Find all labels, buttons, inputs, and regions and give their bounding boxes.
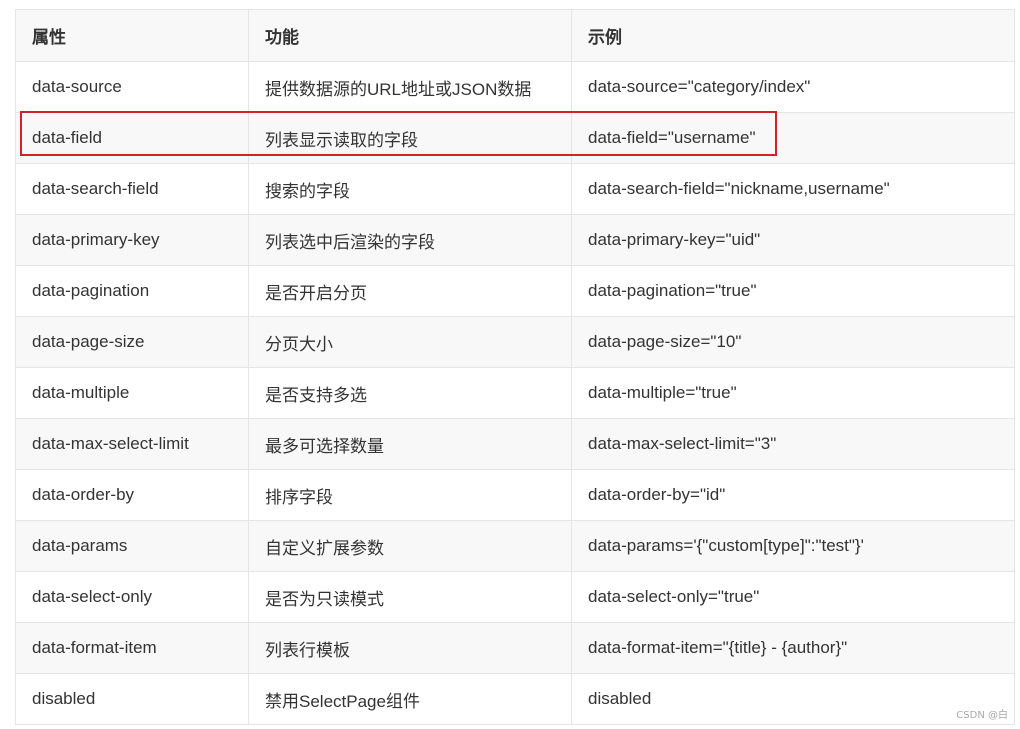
table-row: data-pagination 是否开启分页 data-pagination="… <box>15 265 1015 317</box>
cell-attribute: data-field <box>15 112 249 164</box>
cell-attribute: data-page-size <box>15 316 249 368</box>
table-row: data-params 自定义扩展参数 data-params='{"custo… <box>15 520 1015 572</box>
cell-example: data-primary-key="uid" <box>571 214 1015 266</box>
header-example: 示例 <box>571 9 1015 62</box>
cell-function: 搜索的字段 <box>248 163 572 215</box>
table-row: data-format-item 列表行模板 data-format-item=… <box>15 622 1015 674</box>
cell-attribute: data-search-field <box>15 163 249 215</box>
table-row: data-primary-key 列表选中后渲染的字段 data-primary… <box>15 214 1015 266</box>
cell-function: 是否开启分页 <box>248 265 572 317</box>
cell-attribute: data-source <box>15 61 249 113</box>
cell-attribute: data-pagination <box>15 265 249 317</box>
header-function: 功能 <box>248 9 572 62</box>
table-row: data-source 提供数据源的URL地址或JSON数据 data-sour… <box>15 61 1015 113</box>
cell-example: data-select-only="true" <box>571 571 1015 623</box>
table-row: data-multiple 是否支持多选 data-multiple="true… <box>15 367 1015 419</box>
cell-example: data-format-item="{title} - {author}" <box>571 622 1015 674</box>
cell-function: 禁用SelectPage组件 <box>248 673 572 725</box>
cell-attribute: data-select-only <box>15 571 249 623</box>
cell-attribute: data-max-select-limit <box>15 418 249 470</box>
cell-attribute: data-order-by <box>15 469 249 521</box>
table-body: data-source 提供数据源的URL地址或JSON数据 data-sour… <box>15 61 1015 725</box>
cell-attribute: data-primary-key <box>15 214 249 266</box>
cell-function: 是否为只读模式 <box>248 571 572 623</box>
cell-function: 排序字段 <box>248 469 572 521</box>
table-row: data-field 列表显示读取的字段 data-field="usernam… <box>15 112 1015 164</box>
cell-function: 列表选中后渲染的字段 <box>248 214 572 266</box>
table-row: data-page-size 分页大小 data-page-size="10" <box>15 316 1015 368</box>
cell-attribute: data-format-item <box>15 622 249 674</box>
cell-example: data-pagination="true" <box>571 265 1015 317</box>
table-row: data-select-only 是否为只读模式 data-select-onl… <box>15 571 1015 623</box>
cell-example: data-params='{"custom[type]":"test"}' <box>571 520 1015 572</box>
attribute-table-container: 属性 功能 示例 data-source 提供数据源的URL地址或JSON数据 … <box>15 9 1015 725</box>
cell-example: data-field="username" <box>571 112 1015 164</box>
cell-function: 列表显示读取的字段 <box>248 112 572 164</box>
cell-function: 提供数据源的URL地址或JSON数据 <box>248 61 572 113</box>
cell-example: data-max-select-limit="3" <box>571 418 1015 470</box>
cell-example: data-order-by="id" <box>571 469 1015 521</box>
cell-attribute: data-params <box>15 520 249 572</box>
header-row: 属性 功能 示例 <box>15 9 1015 62</box>
cell-example: data-search-field="nickname,username" <box>571 163 1015 215</box>
table-row: data-max-select-limit 最多可选择数量 data-max-s… <box>15 418 1015 470</box>
watermark: CSDN @白 <box>956 710 1008 721</box>
cell-attribute: data-multiple <box>15 367 249 419</box>
header-attribute: 属性 <box>15 9 249 62</box>
attribute-table: 属性 功能 示例 data-source 提供数据源的URL地址或JSON数据 … <box>15 9 1015 725</box>
cell-function: 是否支持多选 <box>248 367 572 419</box>
cell-function: 最多可选择数量 <box>248 418 572 470</box>
cell-function: 列表行模板 <box>248 622 572 674</box>
cell-function: 分页大小 <box>248 316 572 368</box>
cell-example: disabled <box>571 673 1015 725</box>
cell-example: data-source="category/index" <box>571 61 1015 113</box>
cell-example: data-multiple="true" <box>571 367 1015 419</box>
table-row: data-order-by 排序字段 data-order-by="id" <box>15 469 1015 521</box>
cell-example: data-page-size="10" <box>571 316 1015 368</box>
table-row: disabled 禁用SelectPage组件 disabled <box>15 673 1015 725</box>
table-header: 属性 功能 示例 <box>15 9 1015 62</box>
table-row: data-search-field 搜索的字段 data-search-fiel… <box>15 163 1015 215</box>
cell-attribute: disabled <box>15 673 249 725</box>
cell-function: 自定义扩展参数 <box>248 520 572 572</box>
